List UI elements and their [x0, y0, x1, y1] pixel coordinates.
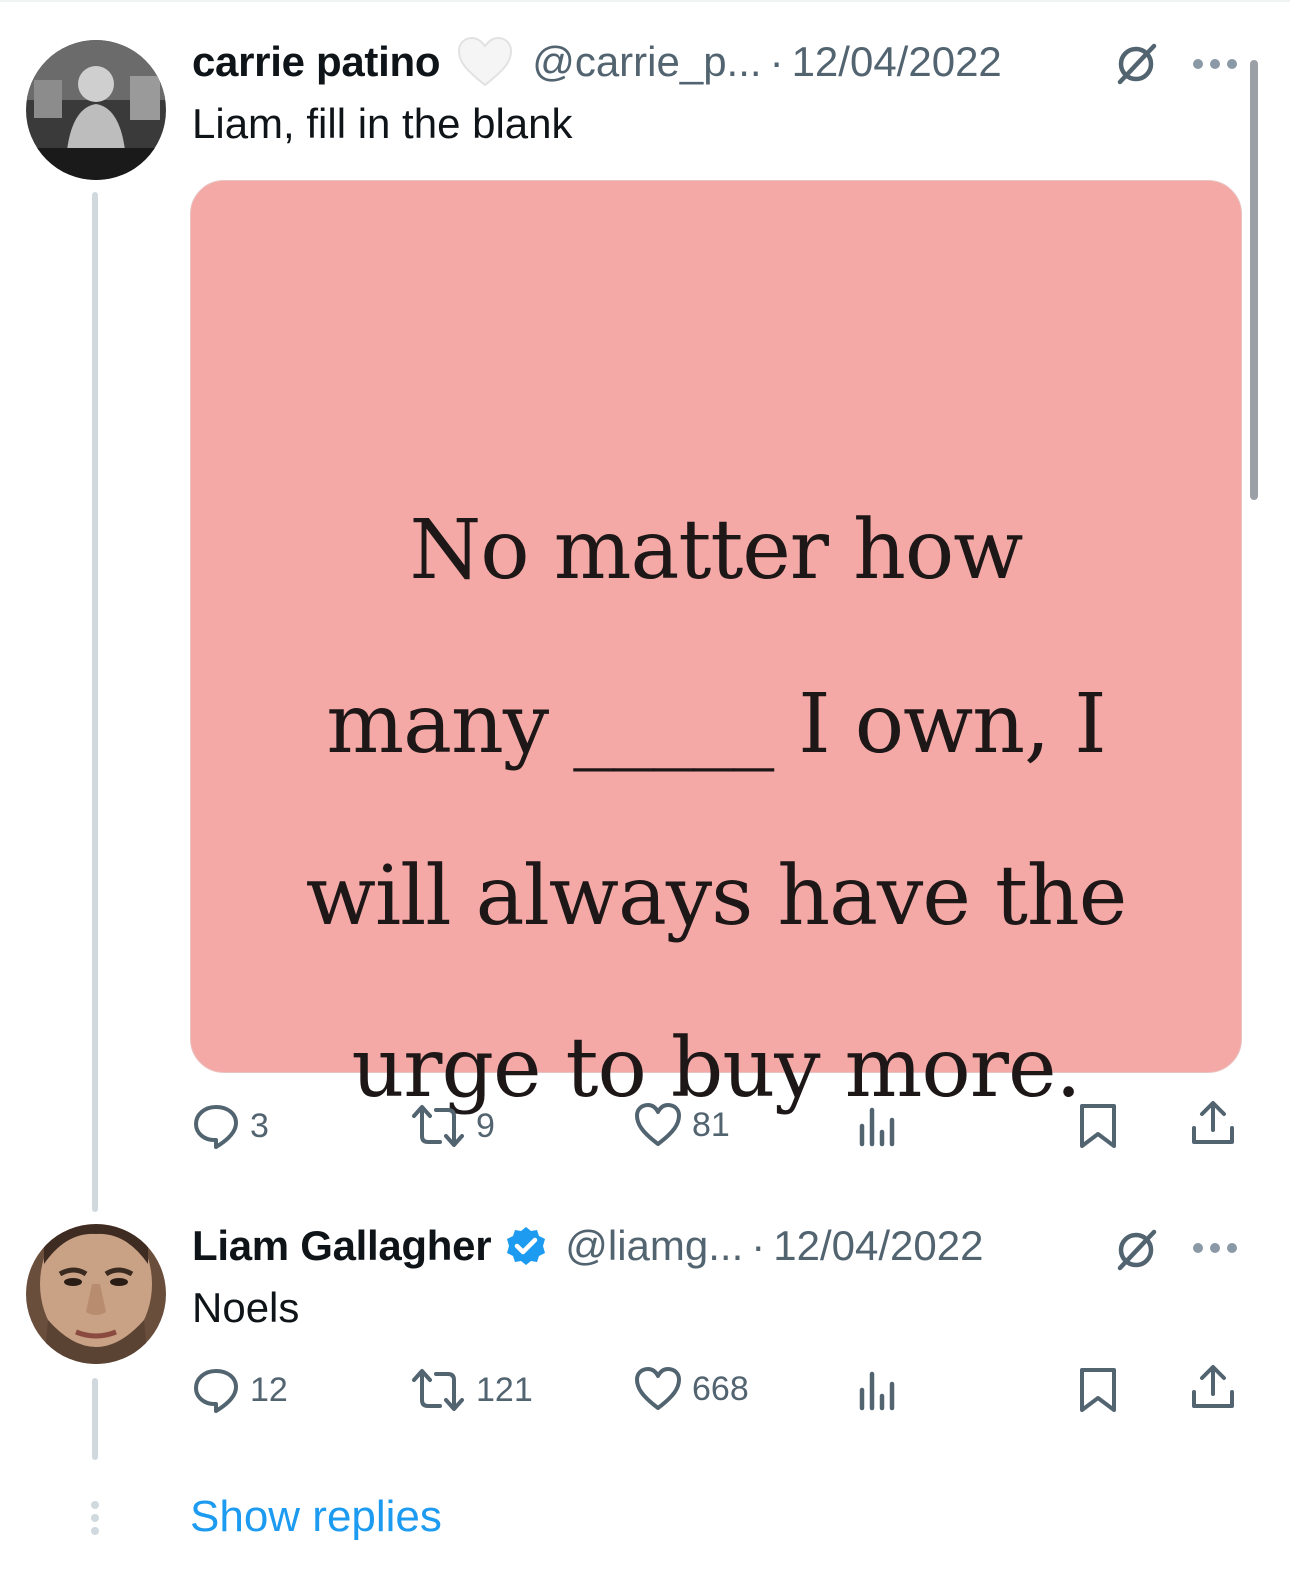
like-button[interactable]: 668 — [634, 1366, 749, 1412]
repost-icon — [412, 1369, 464, 1411]
reply-button[interactable]: 3 — [192, 1102, 269, 1150]
tweet-header: carrie patino @carrie_p... · 12/04/2022 — [192, 32, 1002, 92]
avatar[interactable] — [26, 1224, 166, 1364]
bookmark-button[interactable] — [1078, 1366, 1118, 1414]
bookmark-button[interactable] — [1078, 1102, 1118, 1150]
repost-count: 121 — [476, 1370, 533, 1409]
thread-connector-line — [92, 1378, 98, 1460]
vertical-dots-icon — [91, 1501, 99, 1535]
avatar[interactable] — [26, 40, 166, 180]
author-handle[interactable]: @liamg... — [565, 1222, 743, 1270]
reply-count: 3 — [250, 1106, 269, 1145]
reply-count: 12 — [250, 1370, 288, 1409]
white-heart-icon — [456, 36, 514, 88]
tweet-image[interactable]: No matter how many _____ I own, I will a… — [190, 180, 1242, 1116]
share-button[interactable] — [1190, 1364, 1236, 1412]
scrollbar[interactable] — [1250, 60, 1258, 500]
author-name[interactable]: Liam Gallagher — [192, 1222, 492, 1270]
image-text-line: will always have the — [305, 849, 1128, 944]
repost-icon — [412, 1105, 464, 1147]
grok-icon[interactable] — [1112, 40, 1160, 88]
author-handle[interactable]: @carrie_p... — [532, 38, 761, 86]
like-count: 668 — [692, 1369, 749, 1408]
like-button[interactable]: 81 — [634, 1102, 730, 1148]
show-replies-link[interactable]: Show replies — [190, 1492, 442, 1542]
share-icon — [1192, 1101, 1234, 1144]
share-icon — [1192, 1365, 1234, 1408]
tweet-text: Liam, fill in the blank — [192, 100, 573, 147]
views-button[interactable] — [856, 1368, 900, 1412]
author-name[interactable]: carrie patino — [192, 38, 440, 86]
heart-icon — [635, 1103, 681, 1146]
more-icon[interactable] — [1192, 57, 1238, 71]
tweet-header: Liam Gallagher @liamg... · 12/04/2022 — [192, 1216, 983, 1276]
more-icon[interactable] — [1192, 1241, 1238, 1255]
share-button[interactable] — [1190, 1100, 1236, 1148]
heart-icon — [635, 1367, 681, 1410]
separator-dot: · — [769, 38, 784, 85]
separator-dot: · — [751, 1222, 766, 1269]
avatar-photo-liam — [26, 1224, 166, 1364]
like-count: 81 — [692, 1105, 730, 1144]
views-chart-icon — [859, 1371, 895, 1411]
repost-count: 9 — [476, 1106, 495, 1145]
views-button[interactable] — [856, 1104, 900, 1148]
repost-button[interactable]: 121 — [410, 1366, 533, 1414]
bookmark-icon — [1080, 1368, 1116, 1412]
tweet-thread: carrie patino @carrie_p... · 12/04/2022 … — [0, 0, 1290, 1594]
verified-badge-icon — [505, 1225, 547, 1267]
reply-button[interactable]: 12 — [192, 1366, 288, 1414]
image-text-line: many _____ I own, I — [326, 677, 1106, 772]
grok-icon[interactable] — [1112, 1226, 1160, 1274]
top-divider — [0, 0, 1290, 4]
avatar-photo-carrie — [26, 40, 166, 180]
views-chart-icon — [859, 1107, 895, 1147]
repost-button[interactable]: 9 — [410, 1102, 495, 1150]
tweet-date[interactable]: 12/04/2022 — [792, 38, 1002, 86]
image-text-line: No matter how — [409, 503, 1024, 598]
tweet-text: Noels — [192, 1284, 300, 1331]
reply-icon — [194, 1105, 238, 1149]
tweet-date[interactable]: 12/04/2022 — [773, 1222, 983, 1270]
bookmark-icon — [1080, 1104, 1116, 1148]
thread-connector-line — [92, 192, 98, 1212]
reply-icon — [194, 1369, 238, 1413]
